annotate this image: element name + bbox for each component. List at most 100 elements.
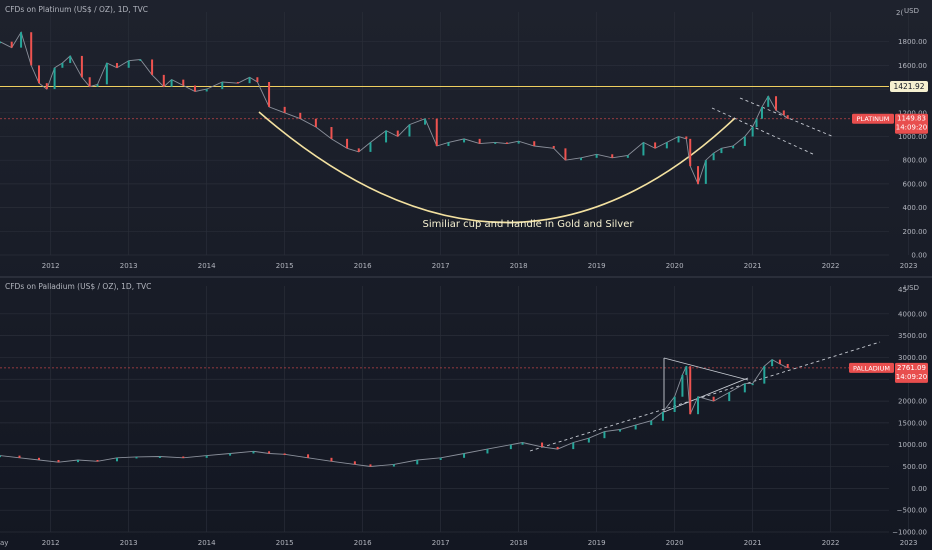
x-tick-label: 2021 (744, 262, 762, 270)
palladium-badge-label: PALLADIUM (853, 364, 890, 372)
candle (396, 130, 399, 137)
y-tick-label: 1800.00 (898, 38, 927, 46)
candle (751, 127, 754, 137)
candle (486, 449, 489, 454)
candle (572, 442, 575, 450)
y-tick-label: 200.00 (903, 228, 928, 236)
candle (463, 453, 466, 458)
candle (30, 32, 33, 66)
x-tick-label: 2023 (900, 262, 918, 270)
candle (268, 81, 271, 107)
x-tick-label: 2017 (432, 539, 450, 547)
candle (771, 359, 774, 367)
candle (135, 456, 138, 459)
candle (580, 157, 583, 161)
candle (634, 425, 637, 430)
candle (61, 63, 64, 68)
x-tick-label: 2014 (198, 539, 216, 547)
candle (689, 366, 692, 415)
x-tick-label: 2015 (276, 262, 294, 270)
candle (478, 138, 481, 144)
y-tick-label: −500.00 (897, 507, 927, 515)
candle (642, 142, 645, 156)
candle (139, 59, 142, 61)
x-tick-label: 2020 (666, 262, 684, 270)
candle (252, 451, 255, 454)
candle (760, 106, 763, 119)
candle (330, 127, 333, 139)
candle (654, 142, 657, 149)
x-tick-label: 2018 (510, 539, 528, 547)
y-tick-label: −1000.00 (892, 529, 927, 537)
candle (533, 141, 536, 146)
palladium-left-edge-label: ay (0, 539, 8, 547)
x-tick-label: 2020 (666, 539, 684, 547)
candle (162, 74, 165, 87)
x-tick-label: 2013 (120, 539, 138, 547)
platinum-top-tick-label: 2( (896, 9, 903, 17)
candle (0, 455, 1, 458)
candle (170, 79, 173, 87)
candle (697, 166, 700, 184)
platinum-badge-time: 14:09:20 (896, 124, 927, 132)
candle (505, 142, 508, 144)
candle (369, 464, 372, 467)
candle (775, 96, 778, 111)
candle (704, 160, 707, 184)
candle (96, 460, 99, 462)
x-tick-label: 2014 (198, 262, 216, 270)
x-tick-label: 2019 (588, 262, 606, 270)
candle (685, 366, 688, 375)
candle (564, 148, 567, 161)
candle (115, 457, 118, 462)
y-tick-label: 600.00 (903, 180, 928, 188)
candle (416, 460, 419, 465)
x-tick-label: 2012 (42, 539, 60, 547)
candle (619, 429, 622, 432)
candle (665, 142, 668, 149)
candle (268, 451, 271, 454)
candle (57, 460, 60, 463)
candle (0, 41, 1, 44)
platinum-badge-label: PLATINUM (857, 115, 890, 123)
candle (712, 153, 715, 161)
platinum-currency-label: USD (904, 7, 919, 15)
candle (778, 359, 781, 364)
candle (20, 32, 23, 48)
candle (786, 115, 789, 119)
candle (69, 55, 72, 64)
candle (673, 396, 676, 412)
x-tick-label: 2018 (510, 262, 528, 270)
candle (283, 453, 286, 455)
candle (541, 442, 544, 447)
candle (751, 383, 754, 386)
palladium-badge-time: 14:09:20 (896, 373, 927, 381)
palladium-badge-value: 2761.09 (897, 364, 926, 372)
candle (743, 383, 746, 393)
y-tick-label: 500.00 (903, 463, 928, 471)
y-tick-label: 4000.00 (898, 310, 927, 318)
y-tick-label: 2000.00 (898, 398, 927, 406)
candle (681, 374, 684, 397)
candle (587, 438, 590, 443)
x-tick-label: 2016 (354, 539, 372, 547)
candle (763, 366, 766, 384)
y-tick-label: 0.00 (911, 485, 927, 493)
candle (626, 155, 629, 158)
candle (685, 136, 688, 139)
candle (53, 67, 56, 90)
candle (182, 456, 185, 459)
candle (127, 60, 130, 68)
y-tick-label: 800.00 (903, 157, 928, 165)
candle (697, 396, 700, 415)
candle (88, 77, 91, 87)
candle (205, 89, 208, 92)
resistance-price-label: 1421.92 (893, 82, 924, 91)
candle (369, 142, 372, 152)
candle (299, 112, 302, 119)
candle (595, 154, 598, 158)
x-tick-label: 2021 (744, 539, 762, 547)
candle (76, 460, 79, 463)
candle (743, 136, 746, 146)
candle (392, 464, 395, 467)
